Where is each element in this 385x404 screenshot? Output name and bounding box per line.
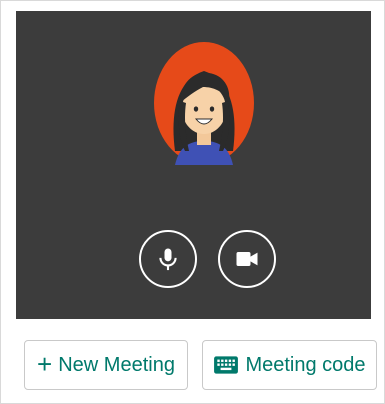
new-meeting-button[interactable]: + New Meeting xyxy=(24,340,188,390)
new-meeting-label: New Meeting xyxy=(58,353,175,376)
meet-card: + New Meeting Meeting code xyxy=(0,0,385,404)
video-preview xyxy=(16,11,371,319)
camera-button[interactable] xyxy=(218,230,276,288)
keyboard-icon xyxy=(213,355,239,375)
meeting-code-button[interactable]: Meeting code xyxy=(202,340,377,390)
user-avatar xyxy=(154,42,254,165)
microphone-icon xyxy=(159,248,177,271)
video-camera-icon xyxy=(236,252,258,266)
microphone-button[interactable] xyxy=(139,230,197,288)
plus-icon: + xyxy=(37,349,53,379)
meeting-code-label: Meeting code xyxy=(245,353,366,376)
